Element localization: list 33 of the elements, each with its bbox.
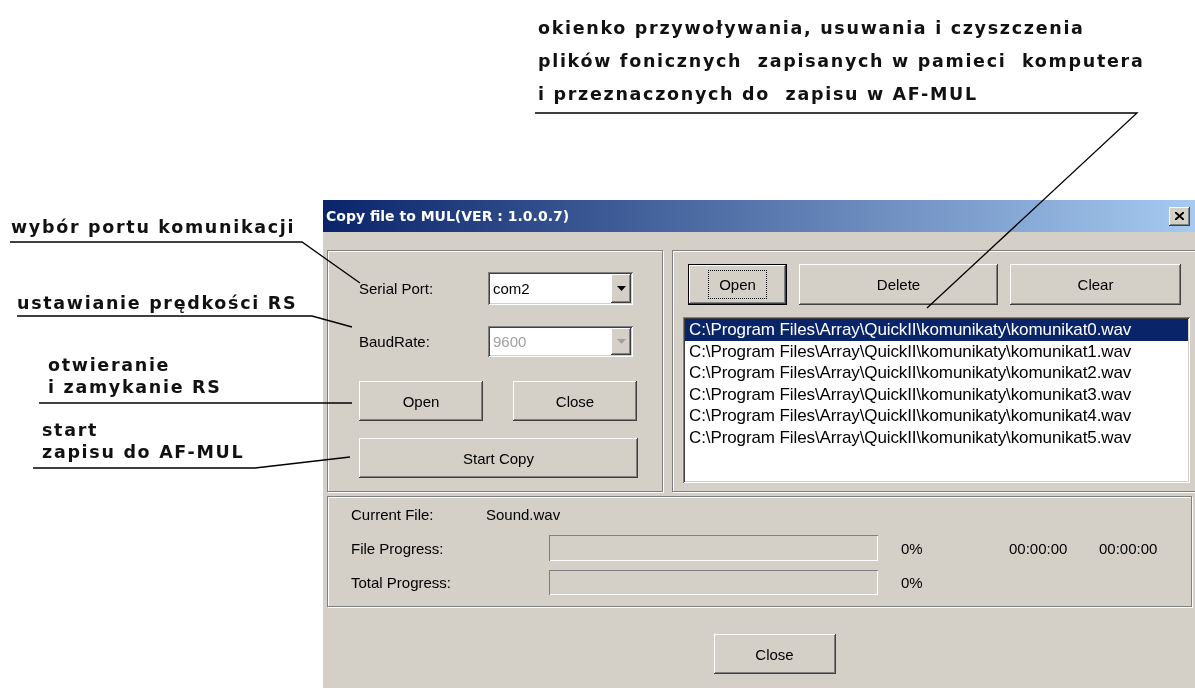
file-list-item[interactable]: C:\Program Files\Array\QuickII\komunikaty\komunikat1.wav: [685, 340, 1188, 362]
file-button[interactable]: Clear: [1010, 264, 1181, 305]
file-list-item[interactable]: C:\Program Files\Array\QuickII\komunikaty\komunikat2.wav: [685, 362, 1188, 384]
close-button[interactable]: [1169, 206, 1190, 226]
open-port-button[interactable]: Open: [359, 381, 483, 421]
progress-label: Total Progress:: [351, 574, 453, 591]
annotation-text: start zapisu do AF-MUL: [42, 419, 245, 463]
file-list-item[interactable]: C:\Program Files\Array\QuickII\komunikaty\komunikat0.wav: [685, 319, 1188, 341]
window-title: Copy file to MUL(VER : 1.0.0.7): [326, 208, 570, 224]
time-value: 00:00:00: [1099, 539, 1159, 557]
file-list[interactable]: [683, 317, 1190, 483]
start-copy-button[interactable]: Start Copy: [359, 438, 638, 478]
file-list-item[interactable]: C:\Program Files\Array\QuickII\komunikaty\komunikat4.wav: [685, 405, 1188, 427]
annotation-text: ustawianie prędkości RS: [17, 292, 298, 314]
current-file-name: Sound.wav: [486, 505, 561, 523]
close-dialog-button[interactable]: Close: [713, 634, 836, 674]
file-button[interactable]: Open: [688, 264, 787, 305]
current-file-label: Current File:: [351, 505, 435, 523]
file-list-item[interactable]: C:\Program Files\Array\QuickII\komunikaty\komunikat5.wav: [685, 426, 1188, 448]
file-button[interactable]: Delete: [799, 264, 998, 305]
close-port-button[interactable]: Close: [513, 381, 637, 421]
time-value: 00:00:00: [1009, 539, 1069, 557]
annotation-text: otwieranie i zamykanie RS: [48, 354, 222, 398]
file-list-item[interactable]: C:\Program Files\Array\QuickII\komunikaty\komunikat3.wav: [685, 383, 1188, 405]
progress-percent: 0%: [900, 539, 924, 557]
progress-label: File Progress:: [351, 539, 445, 557]
dropdown[interactable]: com2: [488, 272, 633, 305]
field-label: Serial Port:: [359, 280, 435, 297]
field-label: BaudRate:: [359, 333, 431, 350]
close-icon: [1175, 212, 1184, 220]
annotation-text: okienko przywoływania, usuwania i czyszczenia plików fonicznych zapisanych w pamieci komputera i przeznaczonych do zapisu w AF-MUL: [538, 17, 1145, 106]
annotation-text: wybór portu komunikacji: [11, 216, 296, 238]
progress-percent: 0%: [900, 574, 924, 591]
